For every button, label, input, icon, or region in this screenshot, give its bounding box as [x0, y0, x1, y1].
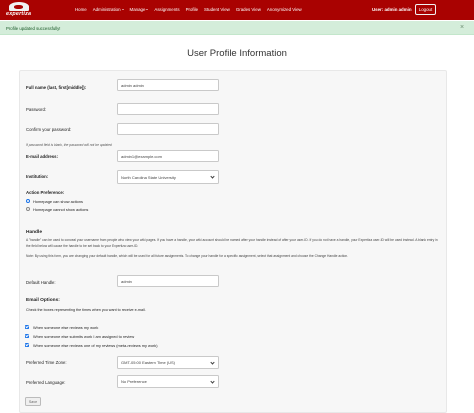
save-button[interactable]: Save: [25, 397, 41, 406]
logout-button[interactable]: Logout: [415, 4, 436, 15]
radio-show-actions-label: Homepage can show actions: [33, 199, 83, 204]
nav-assignments[interactable]: Assignments: [154, 7, 179, 12]
checkbox-meta-reviews[interactable]: [25, 343, 30, 348]
nav-links: Home Administration Manage Assignments P…: [75, 7, 302, 12]
nav-anonymized-view[interactable]: Anonymized View: [267, 7, 302, 12]
radio-show-actions[interactable]: [26, 199, 30, 203]
institution-select[interactable]: North Carolina State University: [117, 170, 219, 184]
default-handle-input[interactable]: admin: [117, 275, 219, 287]
radio-hide-actions-label: Homepage cannot show actions: [33, 207, 89, 212]
brand-text: expertiza: [6, 11, 32, 17]
email-input[interactable]: admin1@example.com: [117, 150, 219, 162]
checkbox-reviews-my-work-label: When someone else reviews my work: [33, 325, 99, 330]
nav-profile[interactable]: Profile: [186, 7, 198, 12]
email-options-title: Email Options:: [26, 298, 60, 303]
close-icon[interactable]: ×: [460, 24, 464, 31]
nav-student-view[interactable]: Student View: [204, 7, 230, 12]
nav-home[interactable]: Home: [75, 7, 87, 12]
full-name-input[interactable]: admin admin: [117, 79, 219, 91]
handle-note: Note: By using this form, you are changi…: [26, 254, 349, 258]
language-select[interactable]: No Preference: [117, 375, 219, 388]
checkbox-submits-work[interactable]: [25, 334, 30, 339]
chevron-down-icon: [146, 9, 149, 11]
action-preference-label: Action Preference:: [26, 190, 65, 195]
email-label: E-mail address:: [26, 154, 59, 159]
chevron-down-icon: [210, 174, 215, 179]
chevron-down-icon: [210, 379, 215, 384]
checkbox-meta-reviews-label: When someone else reviews one of my revi…: [33, 343, 158, 348]
time-zone-label: Preferred Time Zone:: [26, 360, 67, 365]
password-hint: If password field is blank, the password…: [26, 143, 112, 147]
checkbox-reviews-my-work[interactable]: [25, 325, 30, 330]
default-handle-label: Default Handle:: [26, 280, 56, 285]
time-zone-value: GMT-05:00 Eastern Time (US): [121, 360, 176, 365]
nav-administration[interactable]: Administration: [93, 7, 124, 12]
time-zone-select[interactable]: GMT-05:00 Eastern Time (US): [117, 356, 219, 369]
expertiza-logo[interactable]: expertiza: [6, 2, 36, 18]
top-navbar: expertiza Home Administration Manage Ass…: [0, 0, 474, 20]
logo-mark-icon: [9, 2, 29, 11]
alert-message: Profile updated successfully!: [6, 25, 61, 31]
password-label: Password:: [26, 107, 47, 112]
email-options-description: Check the boxes representing the times w…: [26, 308, 146, 312]
confirm-password-input[interactable]: [117, 123, 219, 135]
success-alert: Profile updated successfully! ×: [0, 21, 474, 35]
language-label: Preferred Language:: [26, 380, 66, 385]
chevron-down-icon: [121, 9, 124, 11]
nav-manage[interactable]: Manage: [130, 7, 149, 12]
password-input[interactable]: [117, 103, 219, 115]
institution-value: North Carolina State University: [121, 175, 176, 180]
handle-section-title: Handle: [26, 230, 42, 235]
language-value: No Preference: [121, 379, 147, 384]
nav-grades-view[interactable]: Grades View: [236, 7, 261, 12]
checkbox-submits-work-label: When someone else submits work I am assi…: [33, 334, 135, 339]
full-name-label: Full name (last, first[middle]):: [26, 85, 87, 90]
page-title: User Profile Information: [187, 48, 287, 59]
chevron-down-icon: [210, 360, 215, 365]
confirm-password-label: Confirm your password:: [26, 127, 72, 132]
institution-label: Institution:: [26, 174, 49, 179]
user-label: User: admin admin: [372, 7, 412, 12]
radio-hide-actions[interactable]: [26, 207, 30, 211]
handle-description: A "handle" can be used to conceal your u…: [26, 238, 438, 248]
